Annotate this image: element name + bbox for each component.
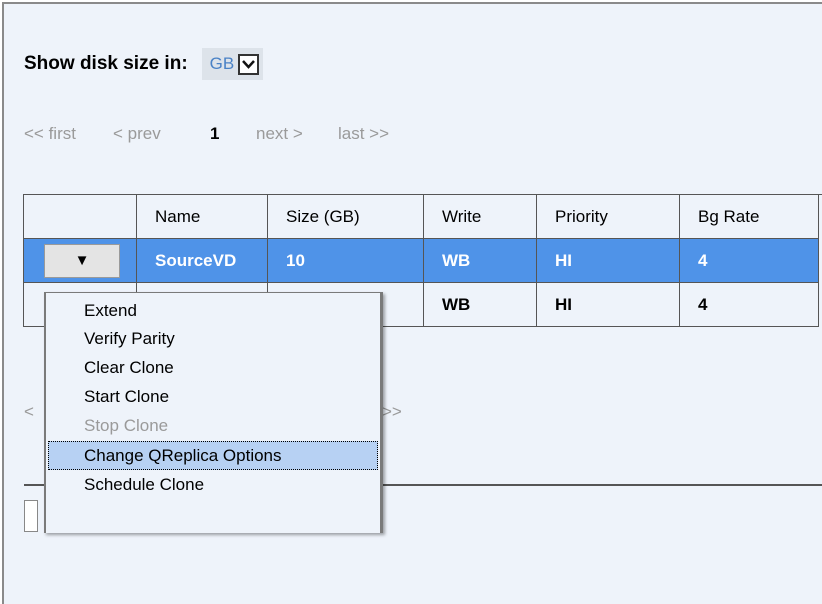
column-header-size[interactable]: Size (GB) xyxy=(267,195,424,239)
menu-item-schedule-clone[interactable]: Schedule Clone xyxy=(46,470,380,499)
cell-priority: HI xyxy=(536,238,680,283)
cell-write: WB xyxy=(423,238,537,283)
pager-current-page: 1 xyxy=(210,124,220,143)
disk-size-select[interactable]: GB xyxy=(201,48,264,80)
column-header-actions xyxy=(24,195,137,239)
menu-item-clear-clone[interactable]: Clear Clone xyxy=(46,353,380,382)
table-header-row: Name Size (GB) Write Priority Bg Rate xyxy=(24,195,819,239)
column-header-bg-rate[interactable]: Bg Rate xyxy=(679,195,819,239)
column-header-priority[interactable]: Priority xyxy=(536,195,680,239)
pager-prev-link[interactable]: < prev xyxy=(113,124,161,144)
cell-bg-rate: 4 xyxy=(679,282,819,327)
cell-write: WB xyxy=(423,282,537,327)
menu-item-start-clone[interactable]: Start Clone xyxy=(46,382,380,411)
bottom-pager-last-link[interactable]: >> xyxy=(382,402,402,422)
column-header-name[interactable]: Name xyxy=(136,195,268,239)
pager-next-link[interactable]: next > xyxy=(256,124,303,144)
cell-bg-rate: 4 xyxy=(679,238,819,283)
cell-priority: HI xyxy=(536,282,680,327)
cell-name: SourceVD xyxy=(136,238,268,283)
row-action-cell: ▼ xyxy=(24,238,137,283)
pager-last-link[interactable]: last >> xyxy=(338,124,389,144)
row-context-menu: Extend Verify Parity Clear Clone Start C… xyxy=(44,292,383,533)
menu-item-extend[interactable]: Extend xyxy=(46,297,380,324)
lower-section-box xyxy=(24,500,38,532)
menu-item-verify-parity[interactable]: Verify Parity xyxy=(46,324,380,353)
disk-size-value: GB xyxy=(209,54,235,73)
column-header-write[interactable]: Write xyxy=(423,195,537,239)
row-dropdown-button[interactable]: ▼ xyxy=(44,243,120,278)
disk-size-label: Show disk size in: xyxy=(24,53,188,74)
disk-size-control: Show disk size in: GB xyxy=(24,48,264,80)
bottom-pager-first-link[interactable]: < xyxy=(24,402,34,422)
menu-item-change-qreplica-options[interactable]: Change QReplica Options xyxy=(48,441,378,470)
menu-item-stop-clone: Stop Clone xyxy=(84,416,169,435)
cell-size: 10 xyxy=(267,238,424,283)
chevron-down-icon[interactable] xyxy=(238,53,260,75)
pager-first-link[interactable]: << first xyxy=(24,124,76,144)
table-row[interactable]: ▼ SourceVD 10 WB HI 4 xyxy=(24,238,819,283)
